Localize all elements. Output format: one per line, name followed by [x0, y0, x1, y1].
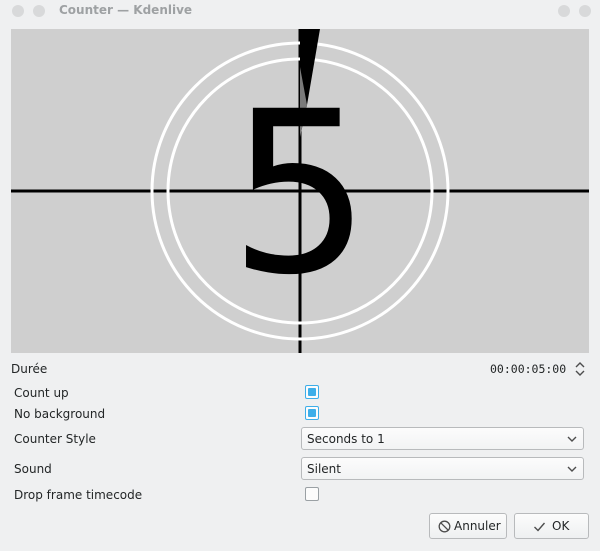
sound-select[interactable]: Silent — [301, 457, 584, 480]
window-close-button[interactable] — [579, 5, 591, 17]
ok-button[interactable]: OK — [514, 513, 589, 539]
drop-frame-checkbox[interactable] — [305, 487, 319, 501]
countdown-leader-graphic: 5 — [11, 29, 589, 353]
count-up-checkbox[interactable] — [305, 385, 319, 399]
chevron-down-icon — [567, 466, 577, 472]
counter-style-label: Counter Style — [14, 432, 96, 446]
chevron-down-icon — [567, 436, 577, 442]
cancel-button[interactable]: Annuler — [429, 513, 507, 539]
window-menu-button[interactable] — [12, 5, 24, 17]
counter-style-value: Seconds to 1 — [307, 432, 385, 446]
counter-dialog: Counter — Kdenlive 5 Durée 00:00:05:00 C… — [0, 0, 600, 551]
cancel-button-label: Annuler — [454, 519, 501, 533]
counter-preview: 5 — [11, 29, 589, 353]
checkmark-icon — [534, 522, 546, 532]
counter-style-select[interactable]: Seconds to 1 — [301, 427, 584, 450]
no-background-label: No background — [14, 407, 106, 421]
countdown-digit: 5 — [229, 63, 372, 324]
sound-label: Sound — [14, 462, 52, 476]
no-background-checkbox[interactable] — [305, 406, 319, 420]
ok-button-label: OK — [552, 519, 570, 533]
spinbox-arrows-icon[interactable] — [574, 360, 586, 378]
count-up-label: Count up — [14, 386, 69, 400]
title-bar[interactable]: Counter — Kdenlive — [0, 0, 600, 22]
sound-value: Silent — [307, 462, 341, 476]
duration-label: Durée — [11, 362, 48, 376]
duration-field[interactable]: 00:00:05:00 — [490, 362, 566, 376]
window-pin-button[interactable] — [33, 5, 45, 17]
drop-frame-label: Drop frame timecode — [14, 488, 143, 502]
cancel-circle-icon — [438, 520, 451, 533]
window-minimize-button[interactable] — [558, 5, 570, 17]
window-title: Counter — Kdenlive — [59, 3, 193, 17]
